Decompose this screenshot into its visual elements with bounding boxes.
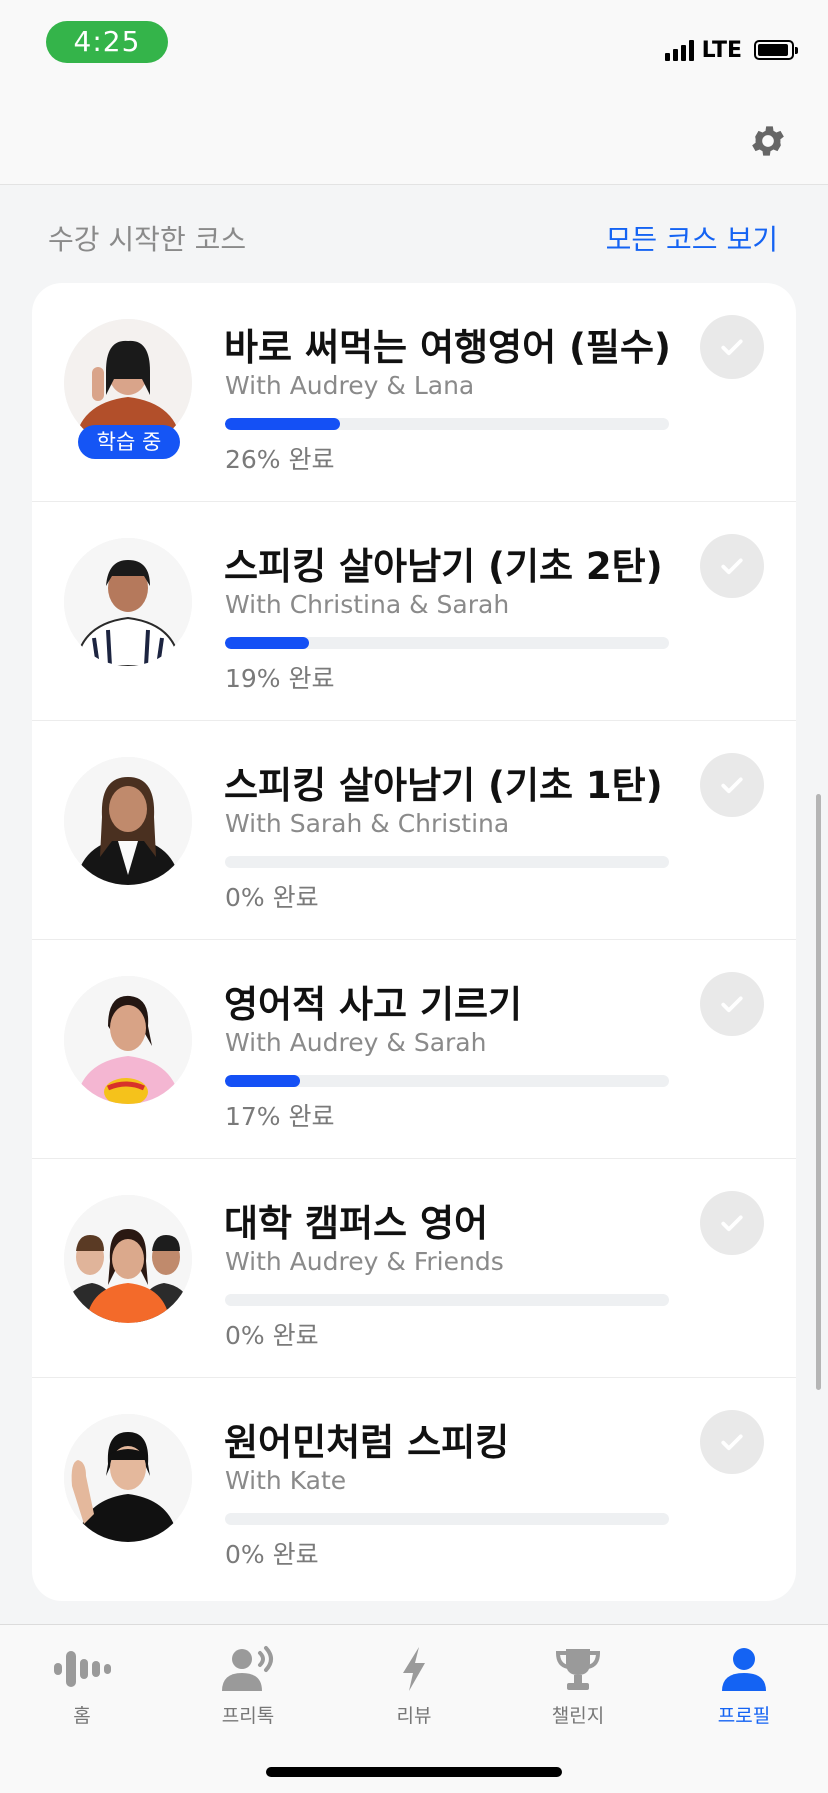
lightning-icon [354,1643,474,1695]
check-icon [700,753,764,817]
tab-label: 챌린지 [551,1705,605,1727]
scrollbar[interactable] [816,794,821,1390]
progress-bar-fill [225,1075,301,1087]
progress-text: 0% 완료 [225,883,319,912]
speaking-person-icon [188,1643,308,1695]
tab-challenge[interactable]: 챌린지 [518,1643,638,1728]
course-item[interactable]: 대학 캠퍼스 영어 With Audrey & Friends 0% 완료 [32,1159,796,1378]
progress-bar-fill [225,418,341,430]
check-icon [700,1191,764,1255]
person-icon [684,1643,804,1695]
course-list: 학습 중 바로 써먹는 여행영어 (필수) With Audrey & Lana… [32,283,796,1601]
home-indicator[interactable] [266,1767,562,1777]
course-instructors: With Audrey & Sarah [225,1028,487,1057]
course-item[interactable]: 학습 중 바로 써먹는 여행영어 (필수) With Audrey & Lana… [32,283,796,502]
instructor-avatar [64,1414,192,1542]
check-icon [700,315,764,379]
progress-text: 26% 완료 [225,445,335,474]
course-item[interactable]: 스피킹 살아남기 (기초 1탄) With Sarah & Christina … [32,721,796,940]
status-time: 4:25 [46,21,168,63]
instructor-avatar [64,757,192,885]
gear-icon[interactable] [748,121,788,161]
tab-label: 홈 [73,1705,91,1727]
tab-freetalk[interactable]: 프리톡 [188,1643,308,1728]
progress-bar [225,1075,669,1087]
course-title: 영어적 사고 기르기 [224,983,523,1026]
course-instructors: With Kate [225,1466,347,1495]
tab-label: 프리톡 [221,1705,275,1727]
course-title: 스피킹 살아남기 (기초 2탄) [224,545,663,588]
course-item[interactable]: 스피킹 살아남기 (기초 2탄) With Christina & Sarah … [32,502,796,721]
course-item[interactable]: 원어민처럼 스피킹 With Kate 0% 완료 [32,1378,796,1597]
section-title: 수강 시작한 코스 [48,223,247,256]
progress-text: 17% 완료 [225,1102,335,1131]
course-instructors: With Sarah & Christina [225,809,510,838]
progress-bar [225,418,669,430]
course-title: 스피킹 살아남기 (기초 1탄) [224,764,663,807]
see-all-courses-link[interactable]: 모든 코스 보기 [606,218,778,258]
check-icon [700,1410,764,1474]
course-title: 바로 써먹는 여행영어 (필수) [224,326,671,369]
progress-text: 0% 완료 [225,1321,319,1350]
top-bar: 4:25 LTE [0,0,828,185]
battery-icon [754,40,798,60]
tab-profile[interactable]: 프로필 [684,1643,804,1728]
status-indicators: LTE [664,36,798,64]
soundwave-icon [22,1643,142,1695]
course-instructors: With Christina & Sarah [225,590,510,619]
progress-text: 0% 완료 [225,1540,319,1569]
check-icon [700,534,764,598]
progress-bar [225,1513,669,1525]
progress-bar [225,1294,669,1306]
instructor-avatar [64,976,192,1104]
progress-bar [225,637,669,649]
course-instructors: With Audrey & Friends [225,1247,504,1276]
progress-text: 19% 완료 [225,664,335,693]
tab-label: 리뷰 [396,1705,432,1727]
signal-icon [664,39,694,61]
progress-bar-fill [225,637,310,649]
instructor-avatar [64,1195,192,1323]
course-title: 대학 캠퍼스 영어 [224,1202,489,1245]
tab-label: 프로필 [717,1705,771,1727]
network-label: LTE [701,37,742,63]
learning-badge: 학습 중 [78,425,180,459]
tab-review[interactable]: 리뷰 [354,1643,474,1728]
course-item[interactable]: 영어적 사고 기르기 With Audrey & Sarah 17% 완료 [32,940,796,1159]
course-instructors: With Audrey & Lana [225,371,475,400]
check-icon [700,972,764,1036]
trophy-icon [518,1643,638,1695]
course-title: 원어민처럼 스피킹 [224,1421,510,1464]
instructor-avatar [64,538,192,666]
progress-bar [225,856,669,868]
tab-home[interactable]: 홈 [22,1643,142,1728]
